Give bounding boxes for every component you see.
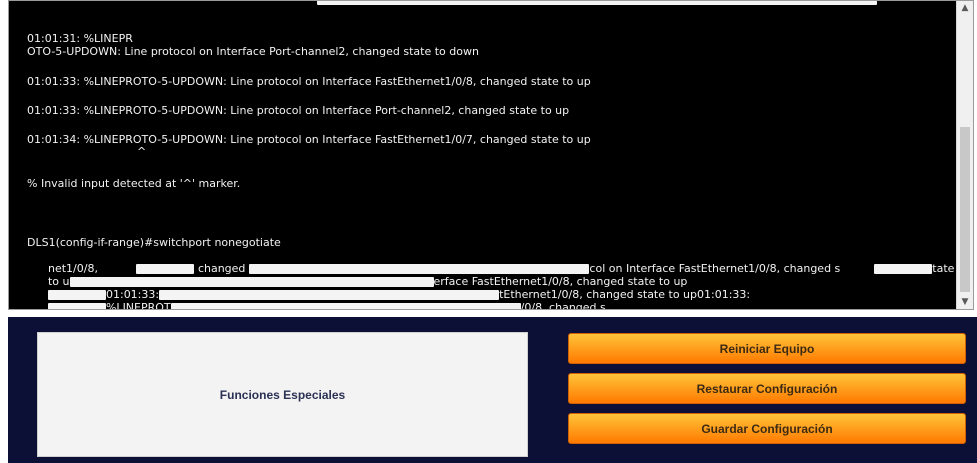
terminal-scrollbar[interactable]: ▲ ▼ <box>956 1 973 309</box>
redaction-mask <box>170 303 521 309</box>
terminal-partial-line <box>27 1 877 6</box>
save-config-button[interactable]: Guardar Configuración <box>568 413 966 444</box>
garbled-line: %LINEPROT/0/8, changed s <box>27 288 606 309</box>
redaction-mask <box>47 303 106 309</box>
terminal-error: % Invalid input detected at '^' marker. <box>27 177 241 190</box>
scroll-thumb[interactable] <box>960 127 970 292</box>
caret-marker: ^ <box>137 145 147 158</box>
terminal-prompt: DLS1(config-if-range)#switchport nonegot… <box>27 236 281 249</box>
garbled-text: /0/8, changed s <box>520 301 606 309</box>
garbled-text: %LINEPROT <box>105 301 171 309</box>
terminal-output: 01:01:31: %LINEPR OTO-5-UPDOWN: Line pro… <box>27 1 957 309</box>
redaction-mask <box>317 1 877 5</box>
scroll-down-icon[interactable]: ▼ <box>957 295 973 309</box>
terminal-window[interactable]: 01:01:31: %LINEPR OTO-5-UPDOWN: Line pro… <box>8 0 974 310</box>
terminal-line: OTO-5-UPDOWN: Line protocol on Interface… <box>27 45 479 58</box>
special-functions-box[interactable]: Funciones Especiales <box>37 332 528 457</box>
special-functions-label: Funciones Especiales <box>219 387 346 402</box>
restart-device-button[interactable]: Reiniciar Equipo <box>568 333 966 364</box>
control-panel: Funciones Especiales Reiniciar Equipo Re… <box>8 317 977 463</box>
terminal-line: 01:01:33: %LINEPROTO-5-UPDOWN: Line prot… <box>27 104 570 117</box>
scroll-up-icon[interactable]: ▲ <box>957 1 973 15</box>
terminal-line: 01:01:31: %LINEPR <box>27 32 133 45</box>
garbled-text: tate <box>932 262 955 275</box>
terminal-line: 01:01:34: %LINEPROTO-5-UPDOWN: Line prot… <box>27 133 591 146</box>
restore-config-button[interactable]: Restaurar Configuración <box>568 373 966 404</box>
redaction-mask <box>874 264 933 274</box>
terminal-line: 01:01:33: %LINEPROTO-5-UPDOWN: Line prot… <box>27 75 591 88</box>
